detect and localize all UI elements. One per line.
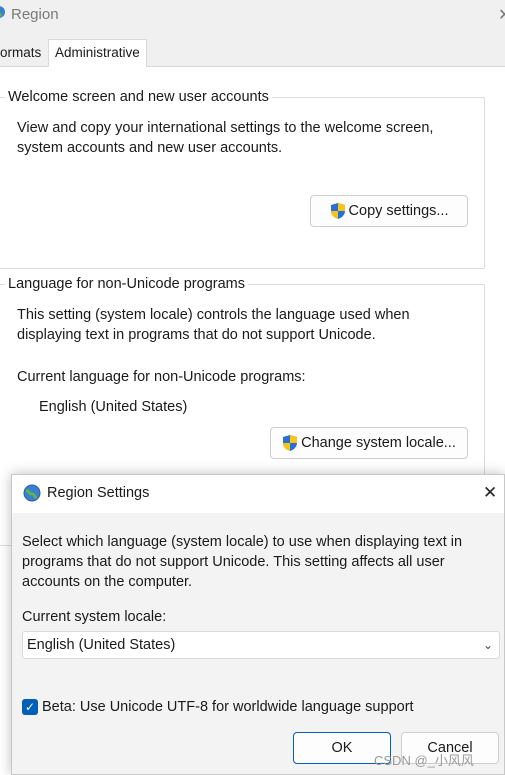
uac-shield-icon xyxy=(330,202,346,220)
uac-shield-icon xyxy=(282,434,298,452)
ok-button-label: OK xyxy=(331,740,353,756)
beta-utf8-label[interactable]: Beta: Use Unicode UTF-8 for worldwide la… xyxy=(42,697,414,717)
copy-settings-button[interactable]: Copy settings... xyxy=(310,195,468,227)
dialog-description: Select which language (system locale) to… xyxy=(22,532,462,592)
welcome-description: View and copy your international setting… xyxy=(17,118,433,158)
system-locale-select[interactable]: English (United States) ⌄ xyxy=(22,631,500,659)
tab-administrative-label: Administrative xyxy=(55,45,140,60)
unicode-group-title: Language for non-Unicode programs xyxy=(5,275,248,293)
dialog-titlebar: Region Settings ✕ xyxy=(12,475,504,513)
welcome-group-title: Welcome screen and new user accounts xyxy=(5,88,272,106)
dialog-description-line2: programs that do not support Unicode. Th… xyxy=(22,554,445,570)
change-system-locale-button[interactable]: Change system locale... xyxy=(270,427,468,459)
change-system-locale-label: Change system locale... xyxy=(301,435,456,451)
current-language-label: Current language for non-Unicode program… xyxy=(17,369,306,385)
welcome-description-line1: View and copy your international setting… xyxy=(17,120,434,136)
dialog-close-icon[interactable]: ✕ xyxy=(483,483,497,503)
tab-formats[interactable]: ormats xyxy=(0,40,47,66)
dialog-title: Region Settings xyxy=(47,485,150,501)
welcome-description-line2: system accounts and new user accounts. xyxy=(17,140,283,156)
globe-icon xyxy=(0,5,6,19)
tab-administrative[interactable]: Administrative xyxy=(48,39,147,67)
chevron-down-icon: ⌄ xyxy=(482,638,493,652)
beta-utf8-checkbox[interactable]: ✓ xyxy=(22,699,38,715)
globe-icon xyxy=(23,484,41,502)
system-locale-label: Current system locale: xyxy=(22,609,167,625)
unicode-description-line1: This setting (system locale) controls th… xyxy=(17,307,410,323)
tab-formats-label: ormats xyxy=(0,45,42,60)
unicode-description: This setting (system locale) controls th… xyxy=(17,305,410,345)
close-icon[interactable]: ✕ xyxy=(498,5,505,25)
window-title: Region xyxy=(11,6,59,23)
copy-settings-label: Copy settings... xyxy=(348,203,449,219)
dialog-body: Select which language (system locale) to… xyxy=(12,513,504,774)
system-locale-value: English (United States) xyxy=(27,637,176,653)
region-settings-dialog: Region Settings ✕ Select which language … xyxy=(11,474,505,775)
unicode-description-line2: displaying text in programs that do not … xyxy=(17,327,376,343)
dialog-description-line1: Select which language (system locale) to… xyxy=(22,534,463,550)
current-language-value: English (United States) xyxy=(39,399,188,415)
dialog-description-line3: accounts on the computer. xyxy=(22,574,193,590)
watermark: CSDN @_小风风 xyxy=(374,753,474,768)
